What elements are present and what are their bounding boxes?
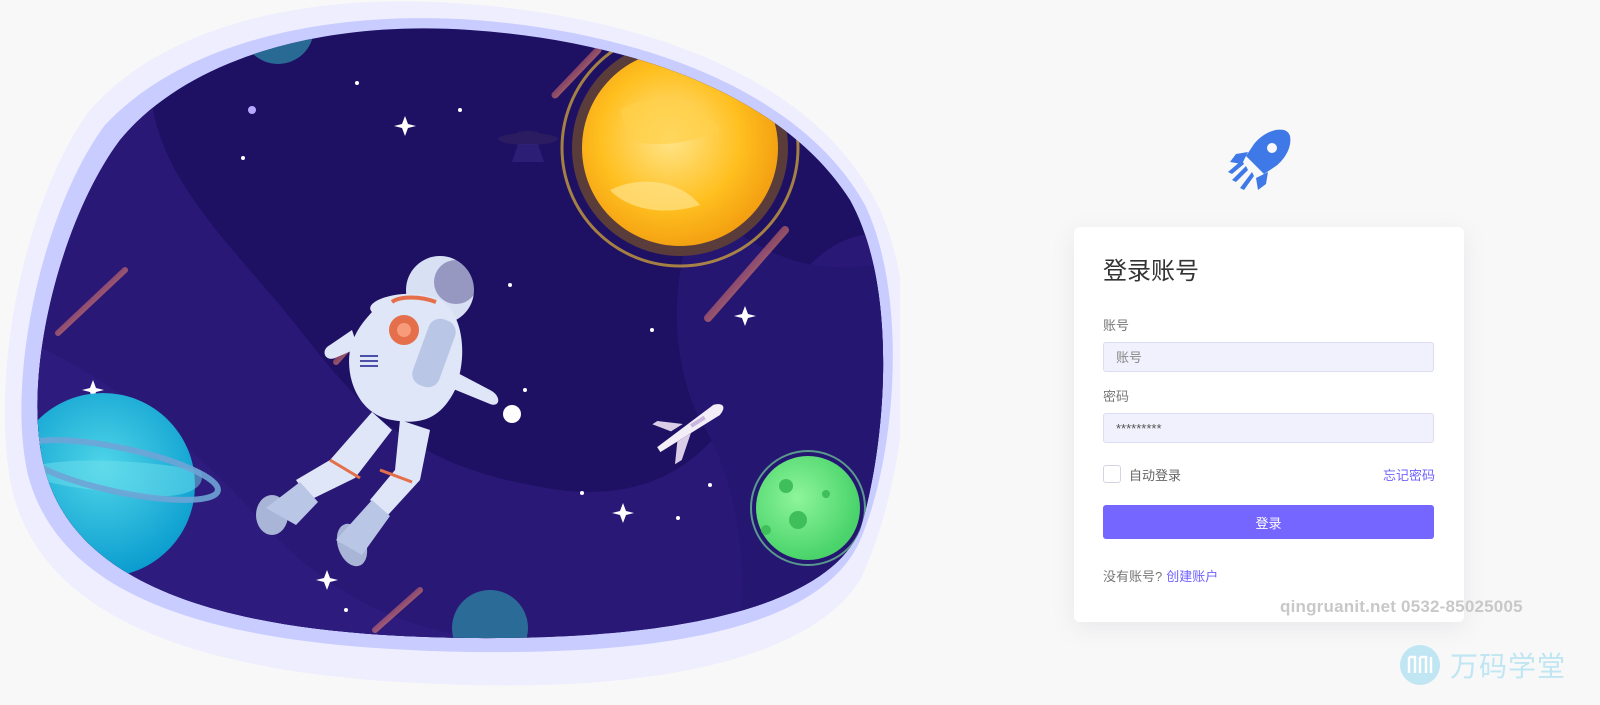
remember-label: 自动登录 [1129,467,1182,483]
password-input[interactable] [1103,413,1434,443]
watermark-brand: 万码学堂 [1400,645,1566,685]
login-card: 登录账号 账号 密码 自动登录 忘记密码 登录 没有账号?创建账户 [1074,227,1464,622]
login-button[interactable]: 登录 [1103,505,1434,539]
password-label: 密码 [1103,389,1130,404]
watermark-contact: qingruanit.net 0532-85025005 [1280,597,1523,616]
options-row: 自动登录 忘记密码 [1103,464,1435,484]
watermark-brand-name: 万码学堂 [1450,651,1567,682]
account-label: 账号 [1103,318,1130,333]
account-input[interactable] [1103,342,1434,372]
signup-prompt: 没有账号? [1103,569,1163,584]
signup-row: 没有账号? 创建账户 [1103,566,1435,585]
create-account-link[interactable]: 创建账户 [1166,569,1218,584]
remember-login-toggle[interactable]: 自动登录 [1103,465,1181,484]
rocket-icon [1228,129,1291,190]
space-illustration [4,1,900,686]
login-title: 登录账号 [1103,258,1199,285]
remember-checkbox[interactable] [1103,465,1121,483]
forgot-password-link[interactable]: 忘记密码 [1383,465,1435,484]
wanma-logo-icon [1400,645,1440,685]
